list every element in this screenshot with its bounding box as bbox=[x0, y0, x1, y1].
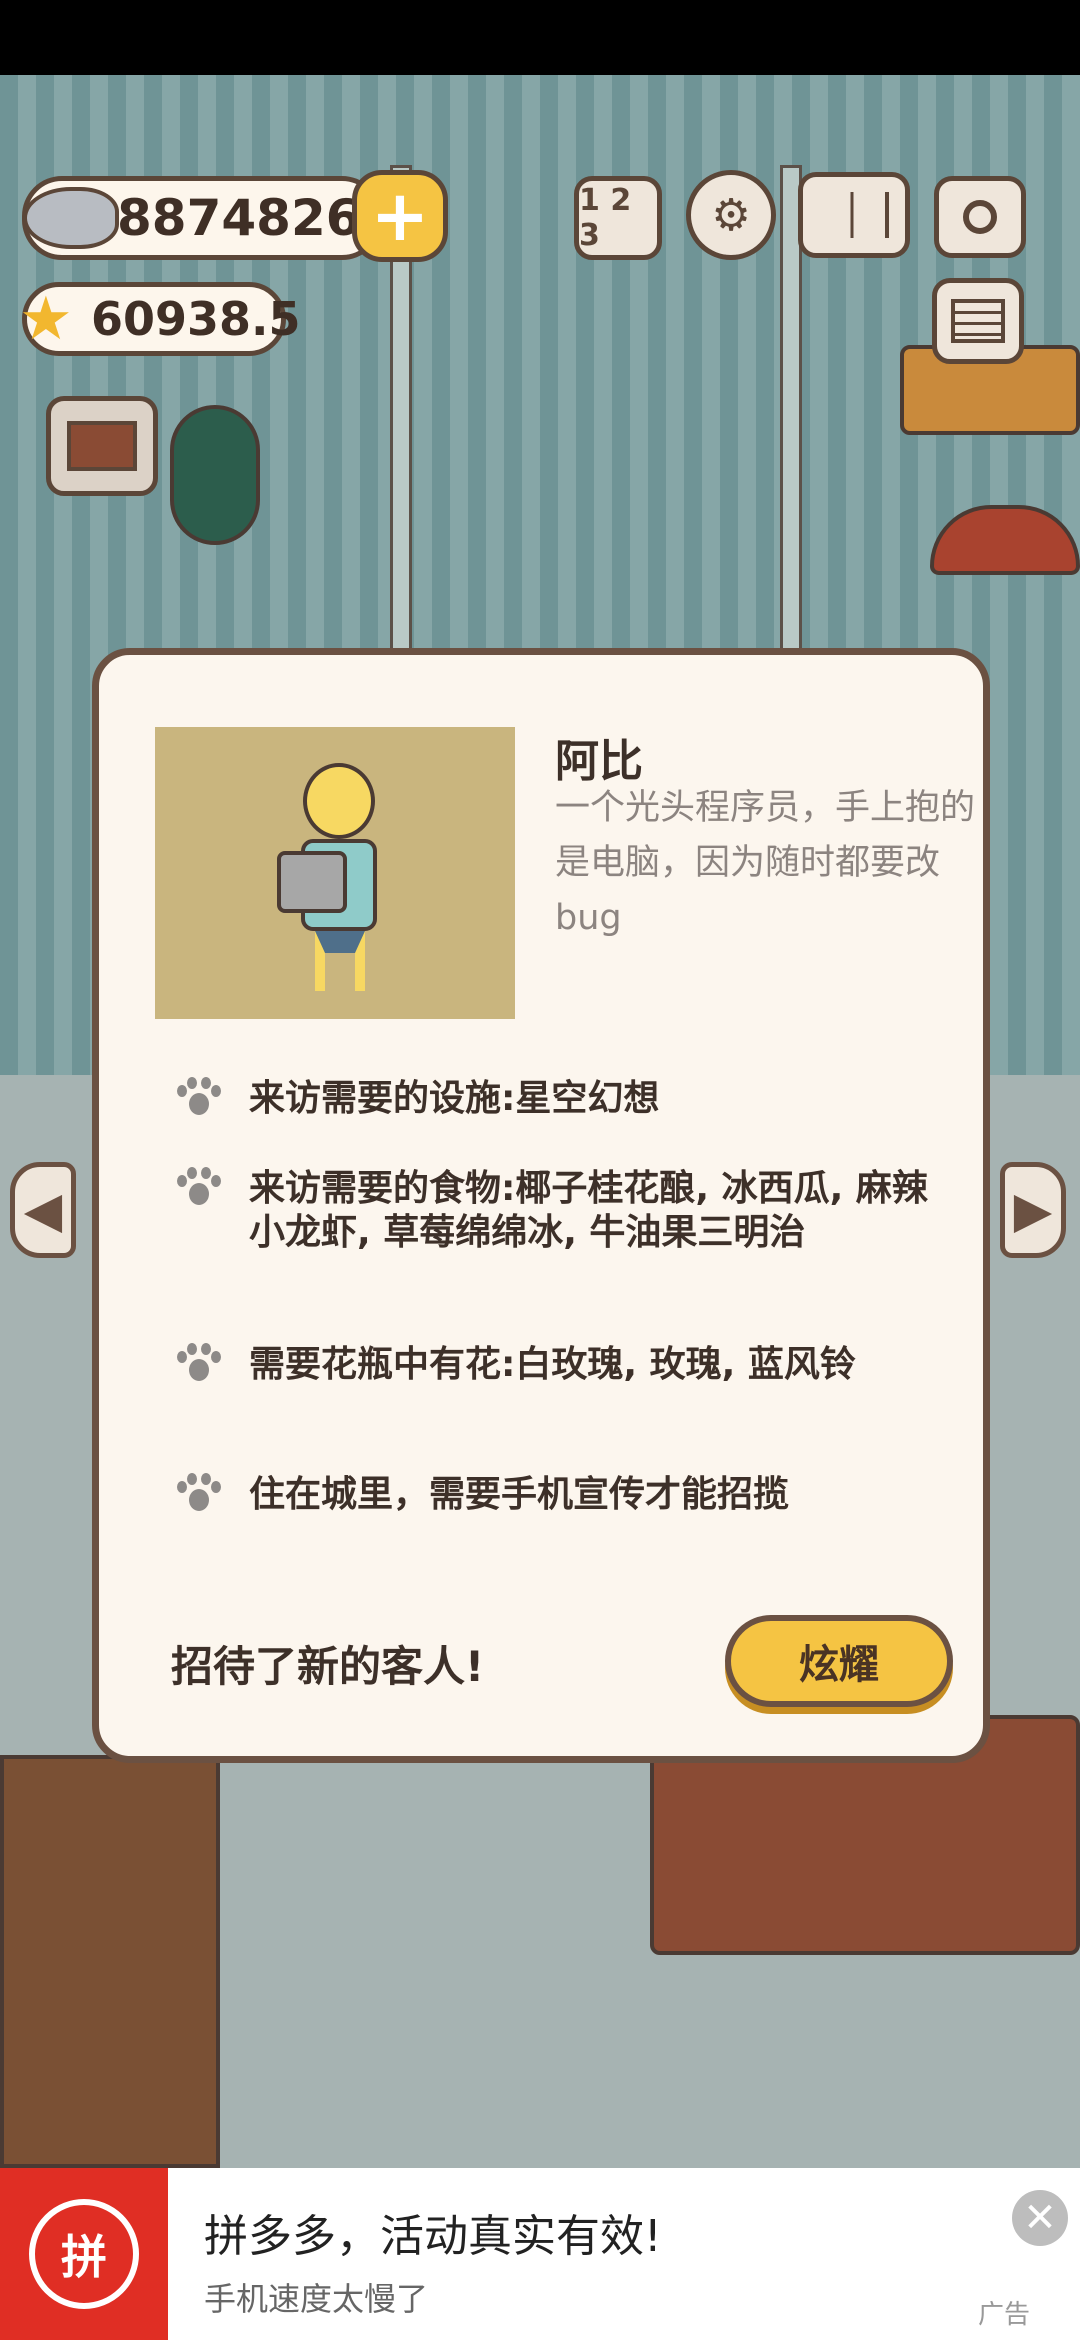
rank-icon: 1 2 3 bbox=[579, 183, 632, 253]
paw-icon bbox=[175, 1473, 221, 1519]
requirement-item: 住在城里，需要手机宣传才能招揽 bbox=[175, 1473, 935, 1519]
pinduoduo-logo: 拼 bbox=[0, 2168, 168, 2340]
newspaper-button[interactable] bbox=[932, 278, 1024, 364]
newspaper-icon bbox=[951, 299, 1005, 343]
star-counter: ★ 60938.5 bbox=[19, 282, 301, 356]
ad-title[interactable]: 拼多多，活动真实有效! bbox=[204, 2200, 662, 2264]
paw-icon bbox=[175, 1167, 221, 1213]
shelf-decoration bbox=[0, 1755, 220, 2168]
fish-count: 8874826 bbox=[117, 189, 361, 247]
plus-icon: + bbox=[370, 175, 430, 257]
guest-portrait bbox=[155, 727, 515, 1019]
paw-icon bbox=[175, 1077, 221, 1123]
gear-icon: ⚙ bbox=[711, 189, 751, 241]
requirement-text: 来访需要的食物:椰子桂花酿, 冰西瓜, 麻辣小龙虾, 草莓绵绵冰, 牛油果三明治 bbox=[249, 1168, 928, 1253]
book-icon bbox=[819, 192, 889, 238]
star-icon: ★ bbox=[19, 284, 73, 354]
requirement-item: 来访需要的食物:椰子桂花酿, 冰西瓜, 麻辣小龙虾, 草莓绵绵冰, 牛油果三明治 bbox=[175, 1167, 935, 1255]
fish-counter: 8874826 bbox=[22, 176, 382, 260]
ad-close-button[interactable]: ✕ bbox=[1012, 2190, 1068, 2246]
ad-subtitle: 手机速度太慢了 bbox=[204, 2280, 429, 2318]
shop-button[interactable] bbox=[46, 396, 158, 496]
status-bar bbox=[0, 0, 1080, 75]
ad-tag: 广告 bbox=[978, 2300, 1031, 2330]
star-count: 60938.5 bbox=[91, 292, 301, 346]
guest-head bbox=[303, 763, 375, 839]
guestbook-button[interactable] bbox=[798, 172, 910, 258]
requirement-text: 住在城里，需要手机宣传才能招揽 bbox=[249, 1474, 790, 1515]
requirement-text: 来访需要的设施:星空幻想 bbox=[249, 1078, 660, 1119]
settings-button[interactable]: ⚙ bbox=[686, 170, 776, 260]
chevron-left-icon: ◀ bbox=[23, 1181, 63, 1239]
welcome-message: 招待了新的客人! bbox=[171, 1642, 485, 1691]
add-fish-button[interactable]: + bbox=[352, 170, 448, 262]
guest-info-dialog: 阿比 一个光头程序员，手上抱的是电脑，因为随时都要改bug 来访需要的设施:星空… bbox=[92, 648, 990, 1763]
laptop-icon bbox=[277, 851, 347, 913]
fish-icon bbox=[23, 187, 119, 249]
logo-text: 拼 bbox=[29, 2199, 139, 2309]
ranking-button[interactable]: 1 2 3 bbox=[574, 176, 662, 260]
ad-banner[interactable]: 拼 拼多多，活动真实有效! 手机速度太慢了 ✕ 广告 bbox=[0, 2168, 1080, 2340]
next-guest-button[interactable]: ▶ bbox=[1000, 1162, 1066, 1258]
camera-icon bbox=[963, 200, 997, 234]
show-off-button[interactable]: 炫耀 bbox=[725, 1615, 953, 1707]
requirement-item: 来访需要的设施:星空幻想 bbox=[175, 1077, 935, 1123]
mirror-decoration bbox=[170, 405, 260, 545]
previous-guest-button[interactable]: ◀ bbox=[10, 1162, 76, 1258]
close-icon: ✕ bbox=[1023, 2195, 1057, 2241]
guest-legs bbox=[315, 931, 365, 991]
guest-description: 一个光头程序员，手上抱的是电脑，因为随时都要改bug bbox=[555, 788, 976, 938]
chevron-right-icon: ▶ bbox=[1013, 1181, 1053, 1239]
requirement-item: 需要花瓶中有花:白玫瑰, 玫瑰, 蓝风铃 bbox=[175, 1343, 935, 1389]
requirement-text: 需要花瓶中有花:白玫瑰, 玫瑰, 蓝风铃 bbox=[249, 1344, 856, 1385]
shop-icon bbox=[67, 421, 137, 471]
guest-name: 阿比 bbox=[555, 736, 643, 787]
camera-button[interactable] bbox=[934, 176, 1026, 258]
paw-icon bbox=[175, 1343, 221, 1389]
